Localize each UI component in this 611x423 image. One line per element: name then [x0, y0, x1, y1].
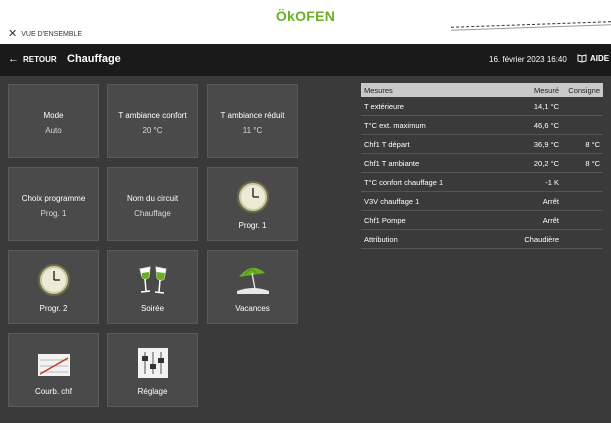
tile-program-1[interactable]: Progr. 1	[207, 167, 298, 241]
measure-value: 14,1 °C	[533, 101, 559, 111]
tile-label: Progr. 2	[39, 304, 68, 313]
measure-value: 36,9 °C	[533, 139, 559, 149]
tile-label: T ambiance confort	[118, 111, 187, 120]
tile-label: Courb. chf	[35, 387, 72, 396]
tile-label: Mode	[43, 111, 64, 120]
page-header: ← RETOUR Chauffage 16. février 2023 16:4…	[0, 44, 611, 76]
measure-value: 20,2 °C	[533, 158, 559, 168]
tile-label: Nom du circuit	[126, 194, 179, 203]
table-row: Chf1 T ambiante 20,2 °C 8 °C	[361, 154, 603, 173]
measure-label: V3V chauffage 1	[364, 196, 420, 206]
measure-label: T°C ext. maximum	[364, 120, 426, 130]
measure-label: T extérieure	[364, 101, 404, 111]
measure-value: Chaudière	[524, 234, 559, 244]
table-row: T extérieure 14,1 °C	[361, 97, 603, 116]
tile-reduced-temp[interactable]: T ambiance réduit 11 °C	[207, 84, 298, 158]
measure-label: T°C confort chauffage 1	[364, 177, 444, 187]
measures-table: Mesures Mesuré Consigne T extérieure 14,…	[361, 83, 603, 249]
tile-heating-curve[interactable]: Courb. chf	[8, 333, 99, 407]
heating-curve-icon	[37, 354, 70, 376]
tile-program-2[interactable]: Progr. 2	[8, 250, 99, 324]
tile-label: T ambiance réduit	[220, 111, 285, 120]
tile-settings[interactable]: Réglage	[107, 333, 198, 407]
header-measured: Mesuré	[533, 85, 559, 95]
tile-value: Chauffage	[134, 209, 171, 218]
back-button[interactable]: ← RETOUR	[8, 54, 57, 65]
tile-circuit-name[interactable]: Nom du circuit Chauffage	[107, 167, 198, 241]
measure-label: Chf1 T ambiante	[364, 158, 420, 168]
table-row: Attribution Chaudière	[361, 230, 603, 249]
overview-button[interactable]: ✕ VUE D'ENSEMBLE	[8, 29, 82, 40]
tile-label: Choix programme	[21, 194, 86, 203]
header-measures: Mesures	[364, 85, 393, 95]
back-label: RETOUR	[23, 55, 57, 64]
tile-label: Vacances	[235, 304, 270, 313]
arrow-left-icon: ←	[8, 53, 19, 65]
header-setpoint: Consigne	[568, 85, 600, 95]
okofen-logo: ÖkOFEN	[275, 8, 336, 24]
tile-value: Auto	[45, 126, 62, 135]
table-row: V3V chauffage 1 Arrêt	[361, 192, 603, 211]
table-row: T°C ext. maximum 46,6 °C	[361, 116, 603, 135]
tile-value: 11 °C	[242, 126, 263, 135]
datetime: 16. février 2023 16:40	[489, 55, 567, 64]
clock-icon	[236, 181, 269, 213]
table-row: T°C confort chauffage 1 -1 K	[361, 173, 603, 192]
page-title: Chauffage	[67, 53, 121, 65]
table-row: Chf1 Pompe Arrêt	[361, 211, 603, 230]
measure-value: Arrêt	[542, 215, 559, 225]
tile-label: Progr. 1	[238, 221, 267, 230]
measure-label: Attribution	[364, 234, 398, 244]
beach-umbrella-icon	[236, 267, 269, 294]
table-header: Mesures Mesuré Consigne	[361, 83, 603, 97]
measure-value: 46,6 °C	[533, 120, 559, 130]
measure-value: -1 K	[545, 177, 559, 187]
tile-label: Soirée	[140, 304, 165, 313]
tile-label: Réglage	[137, 387, 168, 396]
measure-setpoint: 8 °C	[585, 139, 600, 149]
measure-setpoint: 8 °C	[585, 158, 600, 168]
tile-value: 20 °C	[142, 126, 163, 135]
clock-icon	[37, 264, 70, 296]
tile-value: Prog. 1	[40, 209, 67, 218]
tile-comfort-temp[interactable]: T ambiance confort 20 °C	[107, 84, 198, 158]
measure-label: Chf1 T départ	[364, 139, 410, 149]
table-row: Chf1 T départ 36,9 °C 8 °C	[361, 135, 603, 154]
tile-mode[interactable]: Mode Auto	[8, 84, 99, 158]
help-label: AIDE	[590, 54, 610, 63]
sliders-icon	[137, 348, 168, 378]
measure-label: Chf1 Pompe	[364, 215, 406, 225]
close-icon: ✕	[8, 28, 18, 40]
help-button[interactable]: AIDE	[577, 54, 609, 63]
top-bar: ÖkOFEN ✕ VUE D'ENSEMBLE	[0, 0, 611, 44]
tile-program-choice[interactable]: Choix programme Prog. 1	[8, 167, 99, 241]
overview-label: VUE D'ENSEMBLE	[21, 31, 83, 38]
measure-value: Arrêt	[542, 196, 559, 206]
tile-holidays[interactable]: Vacances	[207, 250, 298, 324]
wine-glasses-icon	[138, 266, 167, 294]
tile-evening[interactable]: Soirée	[107, 250, 198, 324]
help-book-icon	[577, 54, 587, 63]
